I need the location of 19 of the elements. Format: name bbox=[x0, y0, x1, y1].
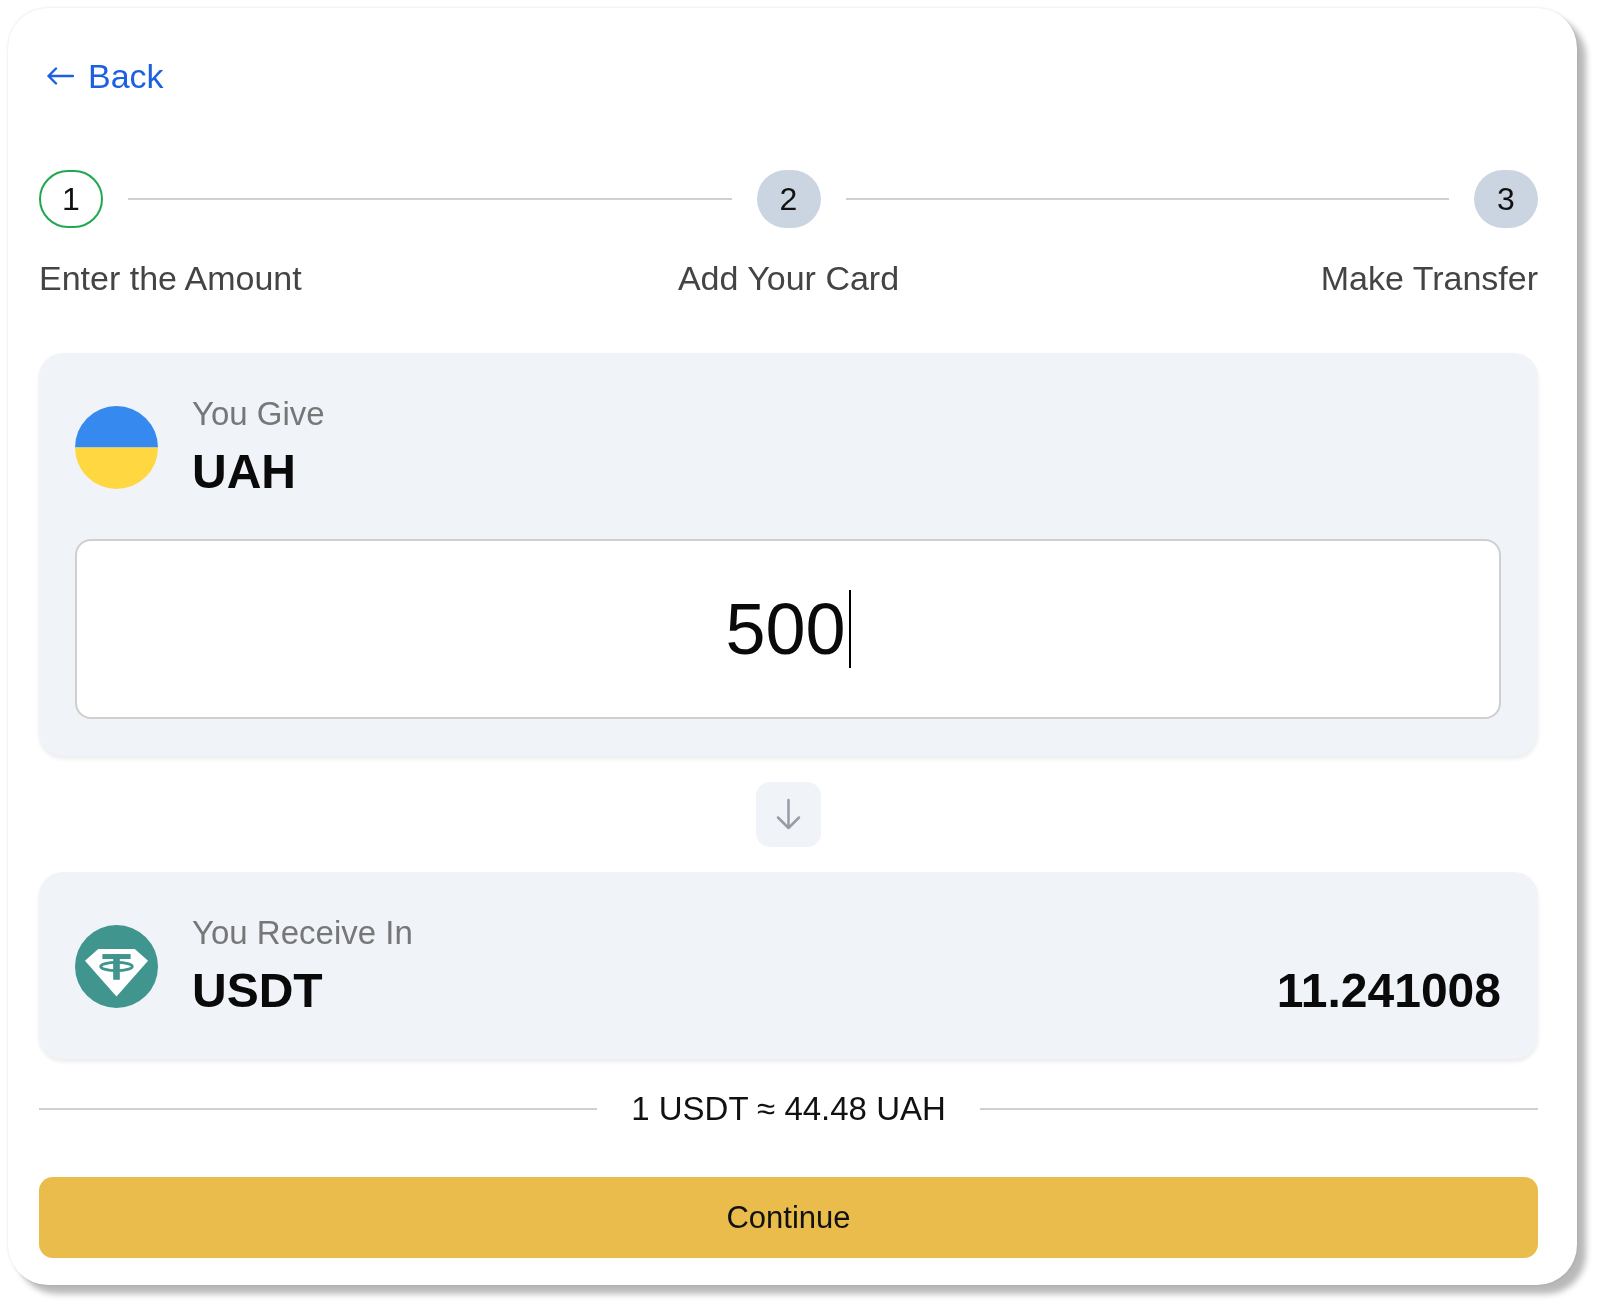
step-indicator: 2 bbox=[756, 170, 821, 228]
back-link[interactable]: Back bbox=[46, 56, 164, 96]
currency-code: USDT bbox=[192, 963, 324, 1019]
received-amount: 11.241008 bbox=[1276, 963, 1501, 1019]
tether-icon bbox=[75, 925, 158, 1008]
step-indicator: 1 bbox=[39, 170, 103, 228]
currency-code: UAH bbox=[192, 443, 297, 500]
section-label: You Receive In bbox=[192, 914, 413, 952]
arrow-left-icon bbox=[46, 66, 74, 86]
step-label: Add Your Card bbox=[677, 258, 900, 298]
arrow-down-icon bbox=[756, 782, 821, 847]
step-label: Make Transfer bbox=[1320, 258, 1538, 298]
amount-field[interactable]: 500 bbox=[75, 539, 1501, 719]
section-label: You Give bbox=[192, 394, 325, 433]
step-indicator: 3 bbox=[1474, 170, 1538, 228]
exchange-rate: 1 USDT ≈ 44.48 UAH bbox=[631, 1089, 946, 1129]
continue-button[interactable]: Continue bbox=[39, 1177, 1538, 1258]
flag-icon bbox=[75, 405, 158, 489]
step-label: Enter the Amount bbox=[39, 258, 302, 298]
